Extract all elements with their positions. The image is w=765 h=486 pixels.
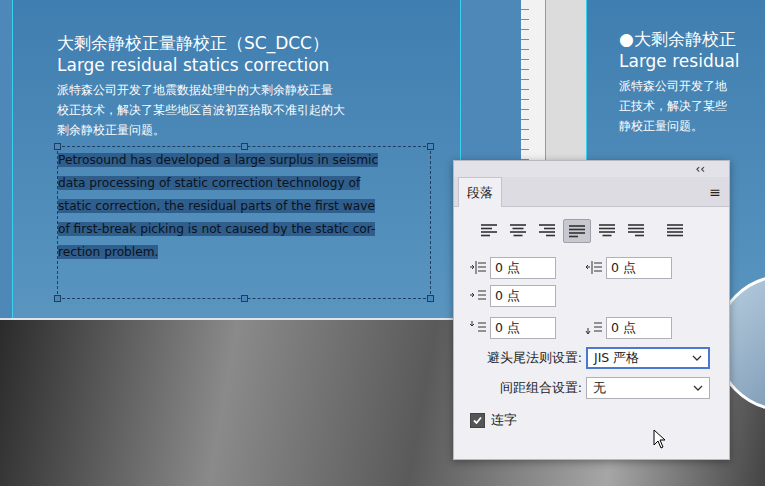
text-frame[interactable]: Petrosound has developed a large surplus… [57,146,431,299]
selected-text[interactable]: static correction, the residual parts of… [58,199,375,213]
panel-tab[interactable]: 段落 [458,177,502,207]
number-input[interactable]: 0 点 [606,317,672,339]
align-button[interactable] [534,219,560,241]
chevron-down-icon [693,385,703,391]
en-title[interactable]: Large residual statics correction [57,54,460,76]
indent-field: 0 点 [468,285,556,307]
number-input[interactable]: 0 点 [490,317,556,339]
align-icon [508,222,528,238]
panel-header[interactable]: ‹‹ [454,161,729,177]
indent-field: 0 点 [584,257,672,279]
number-input[interactable]: 0 点 [490,257,556,279]
selected-text[interactable]: rection problem. [58,245,158,259]
indent-field: 0 点 [468,257,556,279]
selected-text[interactable]: of first-break picking is not caused by … [58,222,375,236]
align-icon [479,222,499,238]
selected-text[interactable]: data processing of static correction tec… [58,176,360,190]
check-icon [472,415,483,426]
indent-icon [468,260,488,276]
align-icon [626,222,646,238]
align-icon [597,222,617,238]
dropdown[interactable]: JIS 严格 [586,347,710,369]
align-button[interactable] [505,219,531,241]
cn-paragraph[interactable]: 派特森公司开发了地震数据处理中的大剩余静校正量校正技术，解决了某些地区首波初至拾… [57,80,460,140]
en-title[interactable]: Large residual [619,50,765,72]
chevron-down-icon [692,355,702,361]
number-input[interactable]: 0 点 [606,257,672,279]
checkbox[interactable] [470,413,485,428]
align-button[interactable] [476,219,502,241]
indent-field: 0 点 [584,317,672,339]
select-label: 间距组合设置: [468,380,582,397]
cn-title[interactable]: 大剩余静校正量静校正（SC_DCC） [57,32,460,54]
indent-icon [584,320,604,336]
cn-title[interactable]: ●大剩余静校正 [619,28,765,50]
panel-menu-button[interactable]: ≡ [709,184,721,206]
align-button[interactable] [594,219,620,241]
indent-icon [468,288,488,304]
align-icon [665,222,685,238]
indent-icon [468,320,488,336]
paragraph-panel[interactable]: ‹‹ 段落 ≡ 0 点 0 点 0 点 0 点 0 点避头尾法则设置:JIS 严格间距组合设置… [453,160,730,460]
collapse-button[interactable]: ‹‹ [695,162,705,176]
layout-app: 大剩余静校正量静校正（SC_DCC）Large residual statics… [0,0,765,486]
number-input[interactable]: 0 点 [490,285,556,307]
indent-field: 0 点 [468,317,556,339]
indent-icon [584,260,604,276]
left-page: 大剩余静校正量静校正（SC_DCC）Large residual statics… [12,0,460,318]
hyphenate-checkbox[interactable]: 连字 [468,411,717,429]
mouse-cursor-icon [653,429,667,449]
align-button[interactable] [563,219,591,243]
align-button[interactable] [662,219,688,241]
dropdown[interactable]: 无 [586,377,710,399]
align-button[interactable] [623,219,649,241]
align-icon [567,223,587,239]
align-icon [537,222,557,238]
select-label: 避头尾法则设置: [468,350,582,367]
selected-text[interactable]: Petrosound has developed a large surplus… [58,153,378,167]
